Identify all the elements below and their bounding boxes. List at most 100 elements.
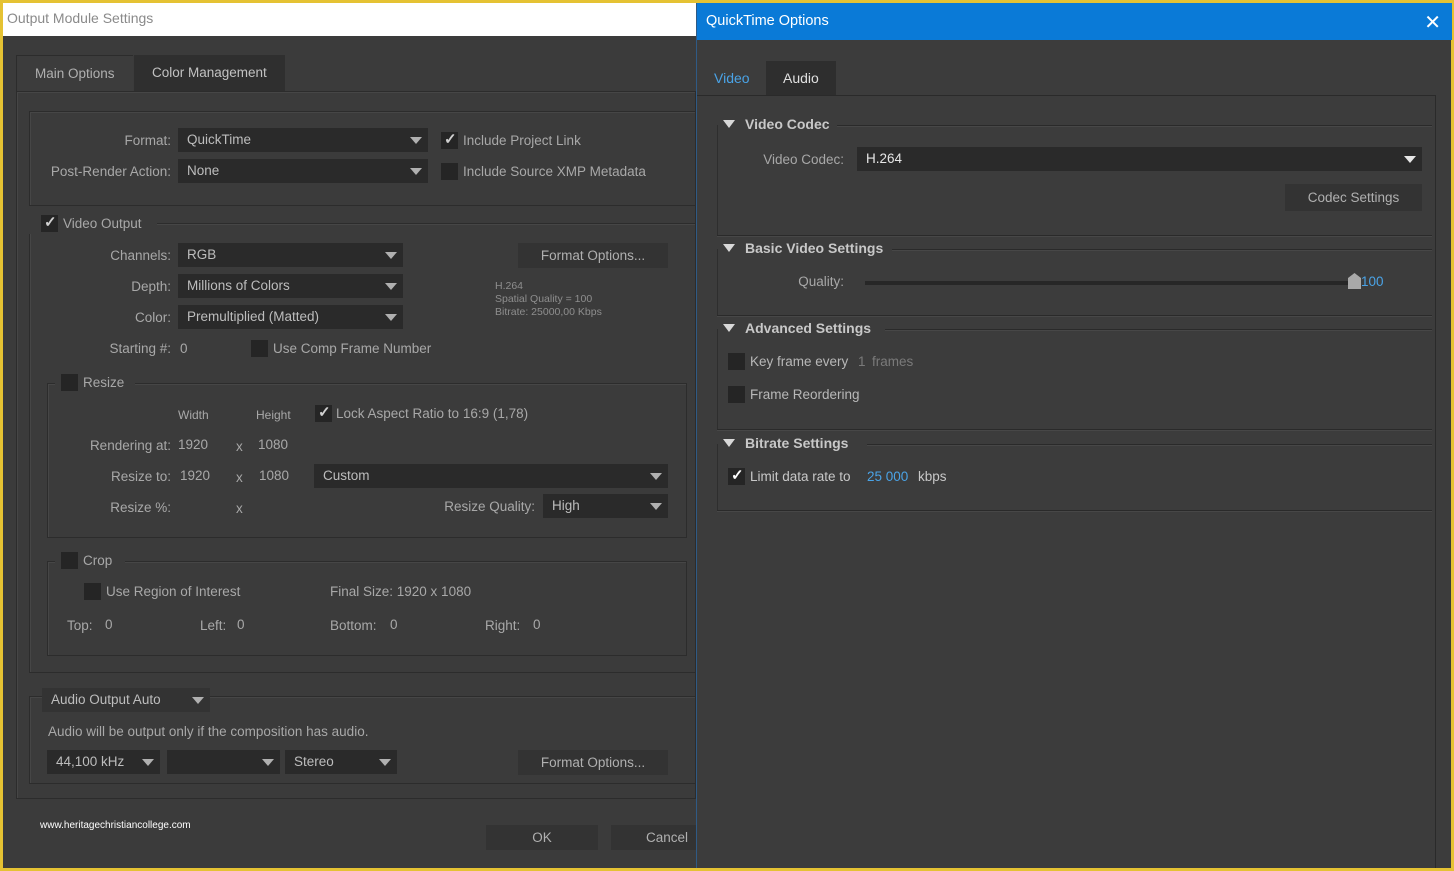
crop-bottom-value[interactable]: 0 — [390, 617, 398, 632]
crop-top-value[interactable]: 0 — [105, 617, 113, 632]
lock-aspect-label: Lock Aspect Ratio to 16:9 (1,78) — [336, 406, 529, 421]
width-header: Width — [178, 408, 209, 422]
resize-height-input[interactable]: 1080 — [259, 468, 289, 483]
frame-reordering-checkbox[interactable] — [728, 386, 745, 403]
color-label: Color: — [134, 310, 171, 325]
channels-value: RGB — [187, 247, 217, 262]
video-format-options-button[interactable]: Format Options... — [518, 243, 668, 268]
resize-percent-label: Resize %: — [110, 500, 171, 515]
chevron-down-icon — [410, 168, 422, 175]
dialog-title-bar: QuickTime Options — [697, 3, 1452, 40]
resize-preset-value: Custom — [323, 468, 370, 483]
key-frame-checkbox[interactable] — [728, 353, 745, 370]
checkmark-icon: ✓ — [318, 404, 331, 421]
limit-data-rate-unit: kbps — [918, 469, 947, 484]
channels-label: Channels: — [110, 248, 171, 263]
collapse-triangle-icon[interactable] — [723, 244, 735, 252]
depth-label: Depth: — [131, 279, 171, 294]
audio-channels-value: Stereo — [294, 754, 334, 769]
ok-button[interactable]: OK — [486, 825, 598, 850]
quality-slider-track[interactable] — [865, 281, 1355, 285]
format-label: Format: — [124, 133, 171, 148]
color-dropdown[interactable]: Premultiplied (Matted) — [178, 305, 403, 329]
resize-quality-label: Resize Quality: — [444, 499, 535, 514]
post-render-value: None — [187, 163, 220, 178]
close-icon[interactable]: ✕ — [1424, 10, 1441, 35]
tab-audio[interactable]: Audio — [766, 61, 836, 95]
tab-video[interactable]: Video — [697, 61, 767, 95]
lock-aspect-checkbox[interactable]: ✓ — [315, 404, 332, 422]
crop-left-value[interactable]: 0 — [237, 617, 245, 632]
collapse-triangle-icon[interactable] — [723, 324, 735, 332]
audio-output-mode-dropdown[interactable]: Audio Output Auto — [42, 688, 210, 712]
quality-slider-handle[interactable] — [1348, 273, 1361, 289]
audio-depth-dropdown[interactable] — [167, 750, 280, 774]
limit-data-rate-checkbox[interactable]: ✓ — [728, 467, 745, 485]
chevron-down-icon — [1404, 156, 1416, 163]
checkmark-icon: ✓ — [44, 214, 57, 231]
chevron-down-icon — [385, 252, 397, 259]
audio-channels-dropdown[interactable]: Stereo — [285, 750, 397, 774]
audio-format-options-button[interactable]: Format Options... — [518, 750, 668, 775]
key-frame-value[interactable]: 1 — [858, 354, 866, 369]
audio-rate-value: 44,100 kHz — [56, 754, 125, 769]
times-symbol: x — [236, 501, 243, 516]
crop-checkbox[interactable] — [61, 552, 78, 569]
crop-right-value[interactable]: 0 — [533, 617, 541, 632]
collapse-triangle-icon[interactable] — [723, 439, 735, 447]
chevron-down-icon — [385, 283, 397, 290]
depth-value: Millions of Colors — [187, 278, 290, 293]
use-roi-label: Use Region of Interest — [106, 584, 241, 599]
collapse-triangle-icon[interactable] — [723, 120, 735, 128]
key-frame-label: Key frame every — [750, 354, 849, 369]
watermark-text: www.heritagechristiancollege.com — [40, 820, 191, 831]
include-xmp-label: Include Source XMP Metadata — [463, 164, 646, 179]
resize-width-input[interactable]: 1920 — [180, 468, 210, 483]
frame-reordering-label: Frame Reordering — [750, 387, 860, 402]
use-comp-frame-label: Use Comp Frame Number — [273, 341, 432, 356]
video-output-label: Video Output — [63, 216, 142, 231]
limit-data-rate-value[interactable]: 25 000 — [867, 469, 908, 484]
audio-rate-dropdown[interactable]: 44,100 kHz — [47, 750, 160, 774]
tab-color-management[interactable]: Color Management — [134, 55, 285, 91]
quality-label: Quality: — [798, 274, 844, 289]
crop-right-label: Right: — [485, 618, 521, 633]
resize-quality-dropdown[interactable]: High — [543, 494, 668, 518]
video-output-checkbox[interactable]: ✓ — [41, 214, 58, 232]
tab-main-options[interactable]: Main Options — [16, 55, 133, 91]
channels-dropdown[interactable]: RGB — [178, 243, 403, 267]
starting-number-label: Starting #: — [109, 341, 171, 356]
cancel-button[interactable]: Cancel — [611, 825, 696, 850]
quicktime-options-dialog: QuickTime Options ✕ Video Audio Video Co… — [696, 3, 1452, 868]
resize-label: Resize — [83, 375, 125, 390]
audio-note: Audio will be output only if the composi… — [48, 724, 369, 739]
resize-quality-value: High — [552, 498, 580, 513]
video-codec-value: H.264 — [866, 151, 903, 166]
dialog-title: Output Module Settings — [3, 3, 696, 36]
include-project-link-checkbox[interactable]: ✓ — [441, 131, 458, 149]
starting-number-value[interactable]: 0 — [180, 341, 188, 356]
format-dropdown[interactable]: QuickTime — [178, 128, 428, 152]
use-roi-checkbox[interactable] — [84, 583, 101, 600]
crop-label: Crop — [83, 553, 113, 568]
video-codec-label: Video Codec: — [763, 152, 844, 167]
rendering-height: 1080 — [258, 437, 289, 452]
quality-value[interactable]: 100 — [1361, 274, 1384, 289]
chevron-down-icon — [192, 697, 204, 704]
crop-left-label: Left: — [200, 618, 227, 633]
summary-codec: H.264 — [495, 280, 524, 292]
codec-settings-button[interactable]: Codec Settings — [1285, 184, 1422, 211]
use-comp-frame-checkbox[interactable] — [251, 340, 268, 357]
include-project-link-label: Include Project Link — [463, 133, 581, 148]
advanced-section-title: Advanced Settings — [745, 320, 872, 336]
post-render-label: Post-Render Action: — [50, 164, 171, 179]
summary-bitrate: Bitrate: 25000,00 Kbps — [495, 306, 602, 318]
include-xmp-checkbox[interactable] — [441, 163, 458, 180]
chevron-down-icon — [410, 137, 422, 144]
resize-to-label: Resize to: — [110, 469, 171, 484]
resize-checkbox[interactable] — [61, 374, 78, 391]
video-codec-dropdown[interactable]: H.264 — [857, 147, 1422, 171]
depth-dropdown[interactable]: Millions of Colors — [178, 274, 403, 298]
post-render-dropdown[interactable]: None — [178, 159, 428, 183]
resize-preset-dropdown[interactable]: Custom — [314, 464, 668, 488]
